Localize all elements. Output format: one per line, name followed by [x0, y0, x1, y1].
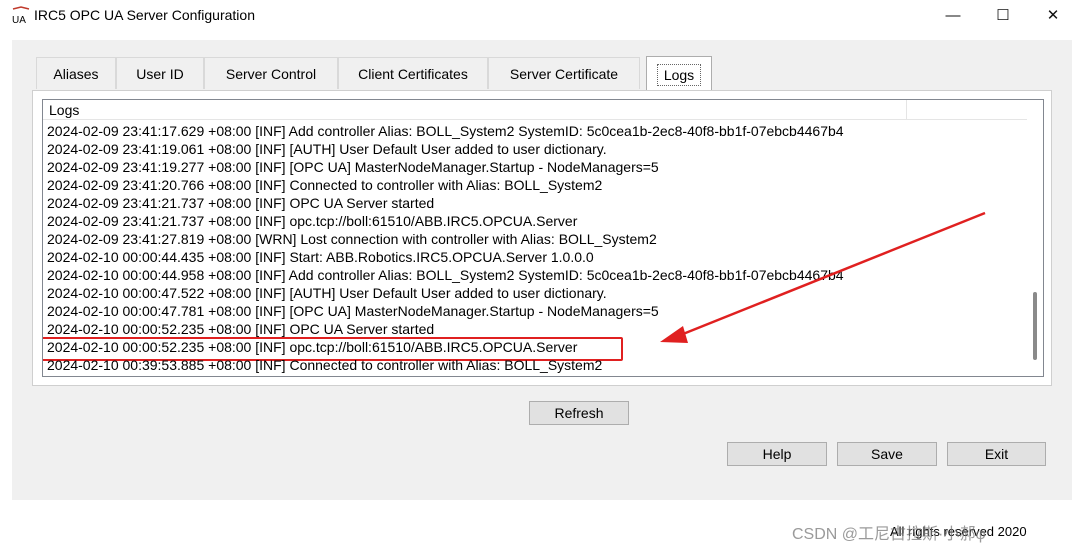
dialog-body: Aliases User ID Server Control Client Ce…: [12, 40, 1072, 500]
log-entry[interactable]: 2024-02-09 23:41:17.629 +08:00 [INF] Add…: [43, 122, 1027, 140]
watermark: CSDN @工尼古拉斯·小郝φ: [792, 526, 986, 543]
refresh-button[interactable]: Refresh: [529, 401, 629, 425]
opc-ua-app-icon: UA: [12, 6, 30, 26]
scrollbar-thumb[interactable]: [1033, 292, 1037, 360]
tab-label: Server Certificate: [509, 65, 619, 82]
tab-user-id[interactable]: User ID: [116, 57, 204, 89]
tab-label: Client Certificates: [358, 65, 468, 82]
help-button[interactable]: Help: [727, 442, 827, 466]
logs-listview[interactable]: Logs 2024-02-09 23:41:17.629 +08:00 [INF…: [42, 99, 1044, 377]
log-entry[interactable]: 2024-02-10 00:39:53.885 +08:00 [INF] Con…: [43, 356, 1027, 374]
tab-server-certificate[interactable]: Server Certificate: [488, 57, 640, 89]
minimize-button[interactable]: —: [930, 0, 976, 30]
tab-server-control[interactable]: Server Control: [204, 57, 338, 89]
tab-bar: Aliases User ID Server Control Client Ce…: [12, 40, 1072, 90]
log-entry[interactable]: 2024-02-10 00:00:44.958 +08:00 [INF] Add…: [43, 266, 1027, 284]
log-entry[interactable]: 2024-02-10 00:00:52.235 +08:00 [INF] OPC…: [43, 320, 1027, 338]
tab-label: Server Control: [225, 65, 317, 82]
log-entry[interactable]: 2024-02-09 23:41:21.737 +08:00 [INF] opc…: [43, 212, 1027, 230]
tab-label: Aliases: [53, 65, 99, 82]
log-entry[interactable]: 2024-02-09 23:41:27.819 +08:00 [WRN] Los…: [43, 230, 1027, 248]
column-divider[interactable]: [906, 100, 907, 120]
maximize-icon: ☐: [996, 7, 1010, 24]
log-entry[interactable]: 2024-02-10 00:00:47.522 +08:00 [INF] [AU…: [43, 284, 1027, 302]
title-bar: UA IRC5 OPC UA Server Configuration — ☐ …: [0, 0, 1072, 32]
logs-panel: Logs 2024-02-09 23:41:17.629 +08:00 [INF…: [32, 90, 1052, 386]
minimize-icon: —: [945, 6, 961, 24]
log-entry[interactable]: 2024-02-09 23:41:19.277 +08:00 [INF] [OP…: [43, 158, 1027, 176]
log-entry[interactable]: 2024-02-09 23:41:19.061 +08:00 [INF] [AU…: [43, 140, 1027, 158]
log-entries: 2024-02-09 23:41:17.629 +08:00 [INF] Add…: [43, 122, 1027, 374]
log-entry[interactable]: 2024-02-10 00:00:44.435 +08:00 [INF] Sta…: [43, 248, 1027, 266]
log-entry[interactable]: 2024-02-09 23:41:20.766 +08:00 [INF] Con…: [43, 176, 1027, 194]
maximize-button[interactable]: ☐: [980, 0, 1026, 30]
tab-label: Logs: [656, 63, 702, 86]
exit-button[interactable]: Exit: [947, 442, 1046, 466]
log-entry[interactable]: 2024-02-10 00:00:47.781 +08:00 [INF] [OP…: [43, 302, 1027, 320]
window-title: IRC5 OPC UA Server Configuration: [34, 7, 255, 23]
app-icon-text: UA: [12, 15, 26, 26]
log-entry-highlighted[interactable]: 2024-02-10 00:00:52.235 +08:00 [INF] opc…: [43, 337, 1027, 361]
save-button[interactable]: Save: [837, 442, 937, 466]
log-entry[interactable]: 2024-02-09 23:41:21.737 +08:00 [INF] OPC…: [43, 194, 1027, 212]
vertical-scrollbar[interactable]: [1027, 100, 1043, 376]
logs-column-header[interactable]: Logs: [43, 100, 1027, 120]
tab-client-certificates[interactable]: Client Certificates: [338, 57, 488, 89]
close-button[interactable]: ✕: [1030, 0, 1072, 30]
logs-header-label: Logs: [49, 102, 80, 118]
tab-aliases[interactable]: Aliases: [36, 57, 116, 89]
tab-label: User ID: [136, 65, 184, 82]
tab-logs[interactable]: Logs: [646, 56, 712, 90]
close-icon: ✕: [1046, 7, 1060, 24]
